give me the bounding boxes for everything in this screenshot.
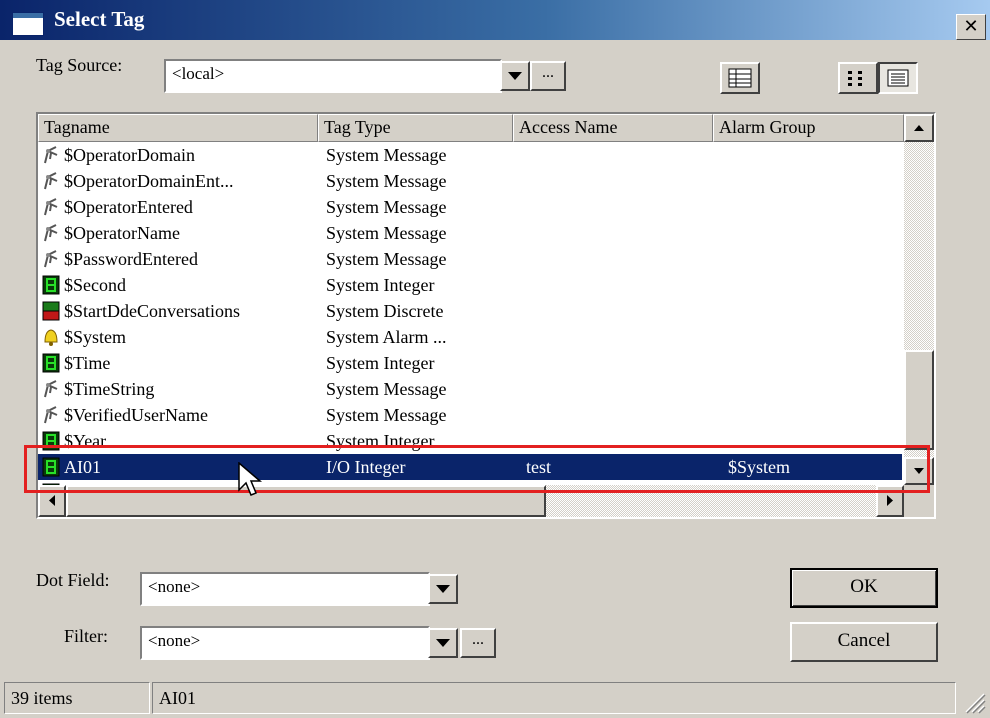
row-tagname: $OperatorEntered (64, 197, 193, 217)
ok-button[interactable]: OK (790, 568, 938, 608)
chevron-down-icon (436, 585, 450, 593)
row-tag-type: System Message (326, 223, 447, 243)
table-row[interactable]: $StartDdeConversations System Discrete (38, 298, 902, 324)
title-bar: Select Tag (0, 0, 990, 40)
message-tag-icon (42, 223, 60, 243)
row-tagname: $OperatorDomain (64, 145, 195, 165)
table-row[interactable]: $Second System Integer (38, 272, 902, 298)
row-tag-type: System Alarm ... (326, 327, 447, 347)
integer-tag-icon (42, 275, 60, 295)
cancel-button[interactable]: Cancel (790, 622, 938, 662)
status-selected-tag: AI01 (152, 682, 956, 714)
column-header-tag-type[interactable]: Tag Type (318, 114, 513, 142)
table-row[interactable]: $OperatorDomainEnt... System Message (38, 168, 902, 194)
chevron-down-icon (508, 72, 522, 80)
table-row[interactable]: $PasswordEntered System Message (38, 246, 902, 272)
table-row[interactable]: $OperatorName System Message (38, 220, 902, 246)
table-row[interactable]: $VerifiedUserName System Message (38, 402, 902, 428)
message-tag-icon (42, 197, 60, 217)
row-tag-type: System Message (326, 171, 447, 191)
table-row[interactable]: $OperatorEntered System Message (38, 194, 902, 220)
chevron-down-icon (436, 639, 450, 647)
row-tag-type: System Message (326, 405, 447, 425)
details-view-button[interactable] (878, 62, 918, 94)
row-tagname: $OperatorName (64, 223, 180, 243)
filter-browse-button[interactable]: ... (460, 628, 496, 658)
message-tag-icon (42, 171, 60, 191)
alarm-tag-icon (42, 327, 60, 347)
vertical-scrollbar[interactable] (904, 114, 934, 485)
mouse-cursor-icon (238, 462, 263, 496)
table-row[interactable]: $OperatorDomain System Message (38, 142, 902, 168)
table-row[interactable]: $System System Alarm ... (38, 324, 902, 350)
table-row[interactable]: $TimeString System Message (38, 376, 902, 402)
row-tagname: $OperatorDomainEnt... (64, 171, 234, 191)
dot-field-dropdown-button[interactable] (428, 574, 458, 604)
filter-dropdown-button[interactable] (428, 628, 458, 658)
tag-source-combo[interactable]: <local> (164, 59, 502, 93)
row-tagname: $TimeString (64, 379, 155, 399)
dot-field-combo[interactable]: <none> (140, 572, 430, 606)
message-tag-icon (42, 405, 60, 425)
row-tagname: $Time (64, 353, 111, 373)
tag-source-browse-button[interactable]: ... (530, 61, 566, 91)
row-tag-type: System Integer (326, 353, 435, 373)
row-tagname: $System (64, 327, 127, 347)
status-item-count: 39 items (4, 682, 150, 714)
row-tagname: $StartDdeConversations (64, 301, 240, 321)
row-tag-type: System Message (326, 379, 447, 399)
tag-source-label: Tag Source: (36, 55, 123, 75)
window-title: Select Tag (54, 7, 145, 31)
message-tag-icon (42, 145, 60, 165)
table-row[interactable]: $Time System Integer (38, 350, 902, 376)
column-header-alarm-group[interactable]: Alarm Group (713, 114, 904, 142)
column-header-tagname[interactable]: Tagname (38, 114, 318, 142)
list-view-button[interactable] (838, 62, 878, 94)
row-tagname: $VerifiedUserName (64, 405, 208, 425)
row-tagname: $Second (64, 275, 126, 295)
scroll-up-button[interactable] (904, 114, 934, 142)
row-tag-type: System Integer (326, 275, 435, 295)
grid-icon (728, 68, 752, 88)
filter-label: Filter: (64, 626, 108, 646)
tag-source-dropdown-button[interactable] (500, 61, 530, 91)
highlight-box (24, 445, 930, 493)
window-icon (12, 12, 44, 36)
integer-tag-icon (42, 353, 60, 373)
filter-combo[interactable]: <none> (140, 626, 430, 660)
tag-editor-button[interactable] (720, 62, 760, 94)
row-tag-type: System Message (326, 249, 447, 269)
resize-grip-icon[interactable] (962, 690, 986, 714)
select-tag-dialog: Select Tag ✕ Tag Source: <local> ... Tag… (0, 0, 990, 718)
list-view-icon (848, 71, 862, 86)
dot-field-label: Dot Field: (36, 570, 110, 590)
row-tag-type: System Message (326, 145, 447, 165)
vertical-scroll-thumb[interactable] (904, 350, 934, 450)
row-tag-type: System Discrete (326, 301, 444, 321)
row-tag-type: System Message (326, 197, 447, 217)
details-view-icon (887, 69, 909, 87)
row-tagname: $PasswordEntered (64, 249, 198, 269)
close-button[interactable]: ✕ (956, 14, 986, 40)
discrete-tag-icon (42, 301, 60, 321)
message-tag-icon (42, 249, 60, 269)
column-header-access-name[interactable]: Access Name (513, 114, 713, 142)
message-tag-icon (42, 379, 60, 399)
arrow-up-icon (914, 125, 924, 131)
